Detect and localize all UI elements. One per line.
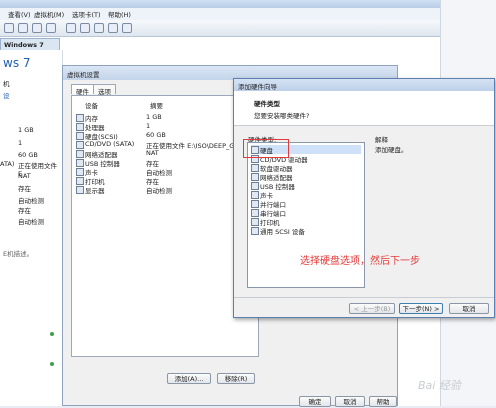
device-row[interactable]: 硬盘(SCSI) 60 GB (76, 131, 254, 141)
title-bar (0, 0, 440, 8)
vm-description: E机描述。 (3, 250, 34, 258)
menu-tabs[interactable]: 选项卡(T) (72, 9, 101, 19)
vm-summary-panel: ws 7 机 设 1 GB 1 60 GB ATA) 正在使用文件 E NAT … (0, 50, 63, 406)
left-fragment-2[interactable]: 设 (3, 90, 10, 100)
wizard-title: 添加硬件向导 (238, 83, 277, 91)
device-row[interactable]: 处理器 1 (76, 122, 254, 132)
printer-icon (76, 177, 84, 185)
device-row[interactable]: USB 控制器 存在 (76, 158, 254, 168)
view-unity-icon[interactable] (80, 23, 90, 33)
usb-icon (76, 159, 84, 167)
summary-cpu: 1 (18, 139, 23, 147)
ok-button[interactable]: 确定 (299, 396, 331, 407)
floppy-icon (251, 164, 259, 172)
col-summary: 摘要 (150, 102, 163, 110)
serial-port-icon (251, 209, 259, 217)
vm-title: ws 7 (3, 56, 31, 70)
device-row[interactable]: CD/DVD (SATA) 正在使用文件 E:\ISO\DEEP_GH... (76, 140, 254, 150)
col-device: 设备 (85, 102, 98, 110)
back-button[interactable]: < 上一步(B) (349, 303, 395, 314)
left-fragment-1: 机 (3, 80, 10, 88)
highlight-box (243, 139, 289, 158)
sound-icon (251, 191, 259, 199)
device-row[interactable]: 声卡 自动检测 (76, 167, 254, 177)
device-list: 设备 摘要 内存 1 GB 处理器 1 硬盘(SCSI) 60 GB CD/DVD (… (71, 95, 259, 357)
toolbar (0, 20, 440, 37)
view-console-icon[interactable] (94, 23, 104, 33)
menu-vm[interactable]: 虚拟机(M) (34, 9, 64, 19)
next-button[interactable]: 下一步(N) > (399, 303, 443, 314)
wizard-header: 硬件类型 您要安装哪类硬件? (234, 91, 494, 126)
summary-net: NAT (18, 172, 31, 180)
add-button[interactable]: 添加(A)... (167, 373, 211, 384)
view-full-icon[interactable] (66, 23, 76, 33)
summary-display: 自动检测 (18, 218, 44, 226)
device-row[interactable]: 网络适配器 NAT (76, 149, 254, 159)
scsi-icon (251, 227, 259, 235)
list-item-scsi[interactable]: 通用 SCSI 设备 (251, 226, 361, 236)
vm-settings-title: 虚拟机设置 (67, 71, 100, 79)
memory-icon (76, 114, 84, 122)
list-item-serial[interactable]: 串行端口 (251, 208, 361, 218)
list-item-sound[interactable]: 声卡 (251, 190, 361, 200)
display-icon (76, 186, 84, 194)
annotation-text: 选择硬盘选项，然后下一步 (300, 256, 420, 267)
play-icon[interactable] (4, 23, 14, 33)
network-icon (251, 173, 259, 181)
explanation-label: 解释 (375, 136, 388, 144)
remove-button[interactable]: 移除(R) (217, 373, 255, 384)
harddisk-icon (76, 132, 84, 140)
summary-printer: 存在 (18, 207, 31, 215)
summary-disk: 60 GB (18, 151, 38, 159)
help-button[interactable]: 帮助 (369, 396, 397, 407)
sound-icon (76, 168, 84, 176)
revert-icon[interactable] (32, 23, 42, 33)
status-dot (50, 362, 54, 366)
list-item-usb[interactable]: USB 控制器 (251, 181, 361, 191)
wizard-subheading: 您要安装哪类硬件? (254, 112, 310, 120)
menu-help[interactable]: 帮助(H) (108, 9, 131, 19)
tab-hardware[interactable]: 硬件 (71, 84, 94, 96)
list-item-parallel[interactable]: 并行端口 (251, 199, 361, 209)
summary-label-sata: ATA) (0, 160, 15, 168)
wizard-cancel-button[interactable]: 取消 (449, 303, 489, 314)
parallel-port-icon (251, 200, 259, 208)
tab-windows7[interactable]: Windows 7 (0, 38, 60, 50)
tab-options[interactable]: 选项 (93, 84, 116, 96)
view-thumb-icon[interactable] (108, 23, 118, 33)
summary-sound: 自动检测 (18, 197, 44, 205)
wizard-heading: 硬件类型 (254, 100, 280, 108)
wizard-divider (234, 297, 494, 298)
wizard-titlebar: 添加硬件向导 (234, 79, 494, 91)
usb-icon (251, 182, 259, 190)
manage-icon[interactable] (46, 23, 56, 33)
device-row[interactable]: 显示器 自动检测 (76, 185, 254, 195)
list-item-floppy[interactable]: 软盘驱动器 (251, 163, 361, 173)
snapshot-icon[interactable] (18, 23, 28, 33)
list-item-network[interactable]: 网络适配器 (251, 172, 361, 182)
network-icon (76, 150, 84, 158)
summary-usb: 存在 (18, 185, 31, 193)
menu-view[interactable]: 查看(V) (8, 9, 31, 19)
cdrom-icon (76, 141, 84, 149)
list-item-printer[interactable]: 打印机 (251, 217, 361, 227)
cancel-button[interactable]: 取消 (335, 396, 365, 407)
device-row[interactable]: 内存 1 GB (76, 113, 254, 123)
watermark: Bai 经验 (418, 379, 461, 392)
status-dot (50, 332, 54, 336)
add-hardware-wizard: 添加硬件向导 硬件类型 您要安装哪类硬件? 硬件类型: 解释 添加硬盘。 硬盘 … (233, 78, 495, 318)
printer-icon (251, 218, 259, 226)
cpu-icon (76, 123, 84, 131)
view-tab-icon[interactable] (122, 23, 132, 33)
device-row[interactable]: 打印机 存在 (76, 176, 254, 186)
summary-memory: 1 GB (18, 126, 34, 134)
explanation-text: 添加硬盘。 (375, 146, 408, 154)
